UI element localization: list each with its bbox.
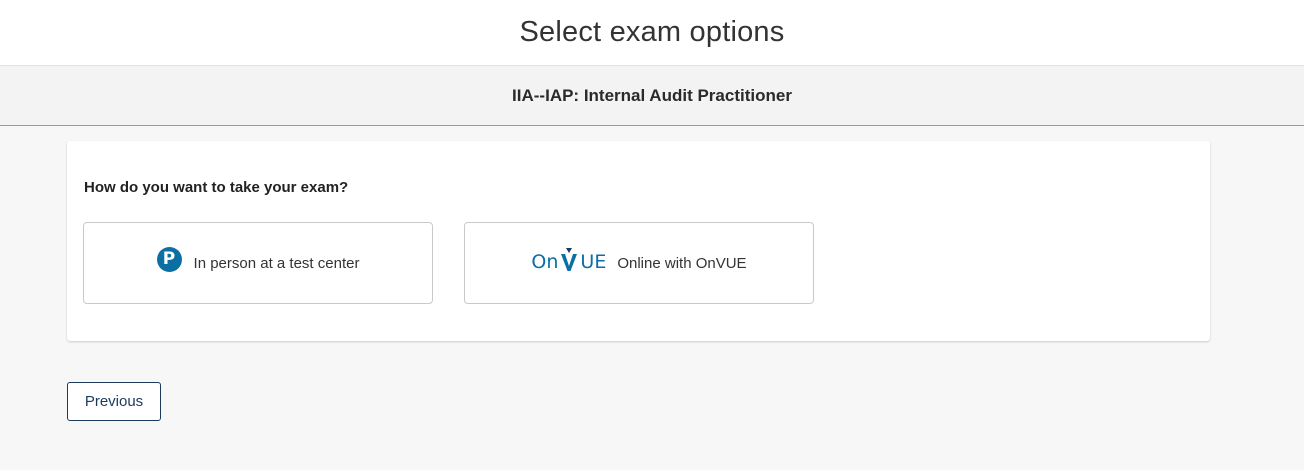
in-person-option-button[interactable]: P In person at a test center <box>83 222 433 304</box>
onvue-v-mark-icon <box>559 248 579 272</box>
online-onvue-option-button[interactable]: On UE Online with OnVUE <box>464 222 814 304</box>
onvue-logo-text-right: UE <box>580 251 607 273</box>
exam-name: IIA--IAP: Internal Audit Practitioner <box>512 85 792 105</box>
page-header: Select exam options <box>0 0 1304 66</box>
onvue-logo-text-left: On <box>531 251 559 273</box>
onvue-logo-icon: On UE <box>531 248 606 272</box>
online-option-label: Online with OnVUE <box>617 254 747 272</box>
exam-name-bar: IIA--IAP: Internal Audit Practitioner <box>0 66 1304 126</box>
in-person-option-label: In person at a test center <box>193 254 360 272</box>
pearson-p-icon: P <box>156 246 182 272</box>
page-title: Select exam options <box>519 16 785 48</box>
delivery-question: How do you want to take your exam? <box>84 179 349 196</box>
previous-button[interactable]: Previous <box>67 382 161 421</box>
exam-options-card: How do you want to take your exam? P In … <box>67 141 1210 341</box>
